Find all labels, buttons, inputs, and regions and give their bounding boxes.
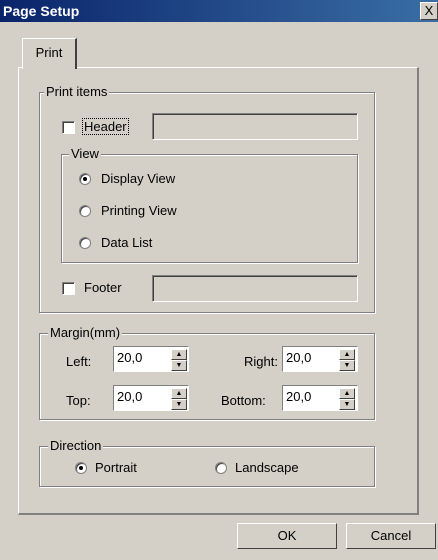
margin-legend: Margin(mm) <box>48 325 123 340</box>
margin-left-down-button[interactable]: ▼ <box>171 360 187 371</box>
margin-right-up-button[interactable]: ▲ <box>339 349 355 360</box>
landscape-radio[interactable] <box>215 462 227 474</box>
margin-bottom-label: Bottom: <box>221 393 266 408</box>
direction-legend: Direction <box>48 438 104 453</box>
data-list-radio[interactable] <box>79 237 91 249</box>
data-list-label[interactable]: Data List <box>101 235 152 250</box>
margin-bottom-up-button[interactable]: ▲ <box>339 388 355 399</box>
ok-button[interactable]: OK <box>237 523 337 549</box>
header-label[interactable]: Header <box>82 118 129 135</box>
landscape-label[interactable]: Landscape <box>235 460 299 475</box>
portrait-label[interactable]: Portrait <box>95 460 137 475</box>
margin-left-up-button[interactable]: ▲ <box>171 349 187 360</box>
footer-field[interactable] <box>152 275 358 302</box>
tab-print[interactable]: Print <box>22 38 77 69</box>
margin-top-label: Top: <box>66 393 91 408</box>
tab-print-label: Print <box>35 45 63 60</box>
margin-top-down-button[interactable]: ▼ <box>171 399 187 410</box>
printing-view-label[interactable]: Printing View <box>101 203 177 218</box>
display-view-label[interactable]: Display View <box>101 171 175 186</box>
margin-bottom-down-button[interactable]: ▼ <box>339 399 355 410</box>
display-view-radio[interactable] <box>79 173 91 185</box>
margin-right-down-button[interactable]: ▼ <box>339 360 355 371</box>
header-field[interactable] <box>152 113 358 140</box>
footer-label[interactable]: Footer <box>84 280 122 295</box>
close-button[interactable]: X <box>420 2 438 20</box>
footer-checkbox[interactable] <box>62 282 75 295</box>
header-checkbox[interactable] <box>62 121 75 134</box>
cancel-button[interactable]: Cancel <box>346 523 436 549</box>
portrait-radio[interactable] <box>75 462 87 474</box>
window-title: Page Setup <box>3 3 80 19</box>
printing-view-radio[interactable] <box>79 205 91 217</box>
print-items-legend: Print items <box>44 84 110 99</box>
margin-left-label: Left: <box>66 354 92 369</box>
margin-top-up-button[interactable]: ▲ <box>171 388 187 399</box>
margin-right-label: Right: <box>244 354 278 369</box>
view-legend: View <box>69 146 101 161</box>
close-icon: X <box>424 3 434 18</box>
